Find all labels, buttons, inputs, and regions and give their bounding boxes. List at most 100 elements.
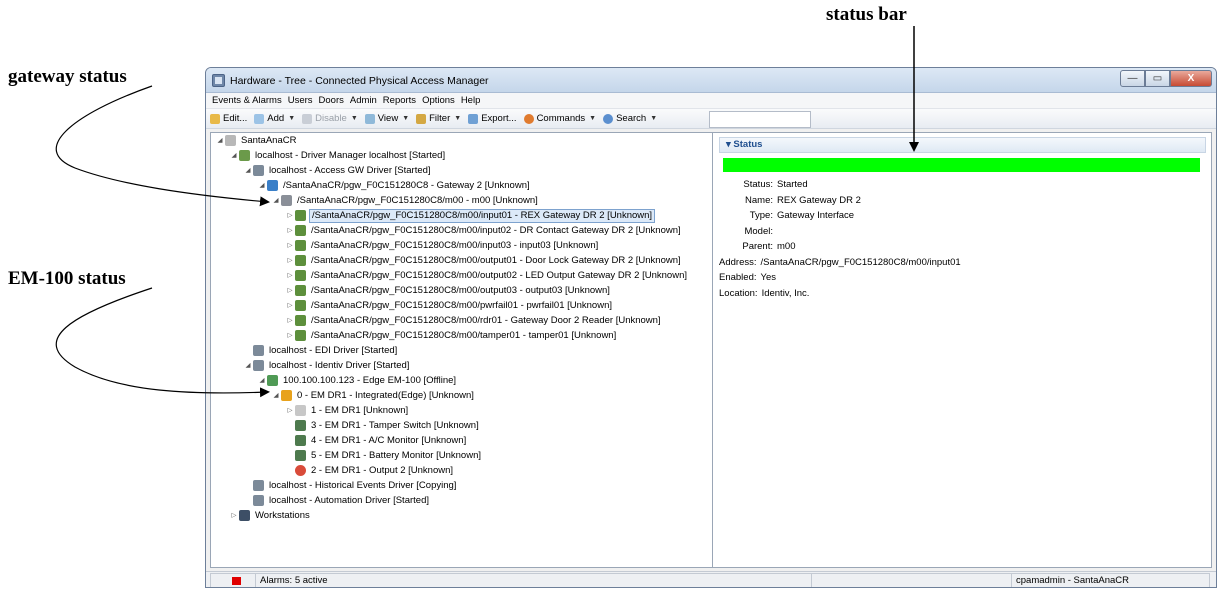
window-title: Hardware - Tree - Connected Physical Acc… bbox=[230, 75, 489, 87]
search-input[interactable] bbox=[709, 111, 811, 128]
expand-icon: ▷ bbox=[287, 287, 293, 294]
collapse-icon: ◢ bbox=[259, 182, 265, 189]
view-button[interactable]: View ▼ bbox=[364, 113, 410, 124]
collapse-icon: ◢ bbox=[273, 197, 279, 204]
module-icon bbox=[281, 195, 292, 206]
tree-node[interactable]: ◢ /SantaAnaCR/pgw_F0C151280C8/m00 - m00 … bbox=[271, 193, 540, 208]
tree-node[interactable]: ◢ 100.100.100.123 - Edge EM-100 [Offline… bbox=[257, 373, 458, 388]
gateway-status-callout: gateway status bbox=[8, 66, 127, 87]
hardware-tree[interactable]: ◢ SantaAnaCR ◢ localhost - Driver Manage… bbox=[210, 132, 713, 568]
expand-icon: ▷ bbox=[287, 332, 293, 339]
collapse-icon: ◢ bbox=[273, 392, 279, 399]
menu-admin[interactable]: Admin bbox=[350, 93, 377, 108]
menu-doors[interactable]: Doors bbox=[319, 93, 344, 108]
title-bar[interactable]: Hardware - Tree - Connected Physical Acc… bbox=[206, 68, 1216, 93]
tree-node[interactable]: ◢ /SantaAnaCR/pgw_F0C151280C8 - Gateway … bbox=[257, 178, 532, 193]
address-value: /SantaAnaCR/pgw_F0C151280C8/m00/input01 bbox=[760, 256, 961, 268]
filter-dropdown-icon: ▼ bbox=[454, 115, 462, 122]
expand-icon: ▷ bbox=[287, 407, 293, 414]
tree-node[interactable]: ▷ /SantaAnaCR/pgw_F0C151280C8/m00/input0… bbox=[285, 208, 656, 223]
commands-dropdown-icon: ▼ bbox=[589, 115, 597, 122]
minimize-button[interactable]: — bbox=[1120, 70, 1145, 87]
parent-label: Parent: bbox=[742, 241, 773, 252]
edit-label: Edit... bbox=[223, 113, 248, 124]
tree-node-label: 0 - EM DR1 - Integrated(Edge) [Unknown] bbox=[297, 390, 474, 401]
tree-node[interactable]: localhost - EDI Driver [Started] bbox=[243, 343, 399, 358]
status-section-header[interactable]: ▾ Status bbox=[719, 137, 1206, 153]
driver-icon bbox=[253, 165, 264, 176]
tree-node[interactable]: 4 - EM DR1 - A/C Monitor [Unknown] bbox=[285, 433, 468, 448]
tree-node[interactable]: ▷ Workstations bbox=[229, 508, 312, 523]
close-button[interactable]: X bbox=[1170, 70, 1212, 87]
tree-node-label: /SantaAnaCR/pgw_F0C151280C8/m00/input03 … bbox=[311, 240, 599, 251]
add-button[interactable]: Add ▼ bbox=[254, 113, 295, 124]
status-header-label: Status bbox=[733, 139, 763, 150]
tree-node[interactable]: ▷ /SantaAnaCR/pgw_F0C151280C8/m00/tamper… bbox=[285, 328, 618, 343]
tree-node[interactable]: localhost - Historical Events Driver [Co… bbox=[243, 478, 458, 493]
site-icon bbox=[225, 135, 236, 146]
disable-dropdown-icon: ▼ bbox=[350, 115, 358, 122]
tree-node[interactable]: ◢ localhost - Identiv Driver [Started] bbox=[243, 358, 411, 373]
tree-node[interactable]: ▷ /SantaAnaCR/pgw_F0C151280C8/m00/input0… bbox=[285, 238, 600, 253]
tree-node[interactable]: ▷ /SantaAnaCR/pgw_F0C151280C8/m00/rdr01 … bbox=[285, 313, 663, 328]
disable-button[interactable]: Disable ▼ bbox=[302, 113, 358, 124]
menu-help[interactable]: Help bbox=[461, 93, 481, 108]
driver-icon bbox=[253, 360, 264, 371]
pencil-icon bbox=[210, 113, 220, 124]
tree-node[interactable]: ▷ /SantaAnaCR/pgw_F0C151280C8/m00/input0… bbox=[285, 223, 683, 238]
properties-list: Status: Started Name: REX Gateway DR 2 Typ… bbox=[719, 177, 961, 301]
menu-users[interactable]: Users bbox=[288, 93, 313, 108]
menu-reports[interactable]: Reports bbox=[383, 93, 416, 108]
menu-events-alarms[interactable]: Events & Alarms bbox=[212, 93, 282, 108]
edit-button[interactable]: Edit... bbox=[210, 113, 247, 124]
commands-button[interactable]: Commands ▼ bbox=[523, 113, 597, 124]
tree-node[interactable]: ▷ /SantaAnaCR/pgw_F0C151280C8/m00/output… bbox=[285, 283, 612, 298]
filter-button[interactable]: Filter ▼ bbox=[416, 113, 461, 124]
tree-node[interactable]: ◢ localhost - Access GW Driver [Started] bbox=[243, 163, 433, 178]
menu-options[interactable]: Options bbox=[422, 93, 455, 108]
io-point-icon bbox=[295, 330, 306, 341]
io-point-icon bbox=[295, 240, 306, 251]
menu-bar: Events & Alarms Users Doors Admin Report… bbox=[206, 93, 1216, 109]
tree-node[interactable]: 5 - EM DR1 - Battery Monitor [Unknown] bbox=[285, 448, 483, 463]
window-status-bar: Alarms: 5 active cpamadmin - SantaAnaCR bbox=[206, 571, 1216, 587]
add-label: Add bbox=[267, 113, 285, 124]
tree-node[interactable]: ▷ /SantaAnaCR/pgw_F0C151280C8/m00/output… bbox=[285, 268, 689, 283]
tree-node[interactable]: ▷ 1 - EM DR1 [Unknown] bbox=[285, 403, 410, 418]
commands-icon bbox=[523, 113, 534, 124]
parent-value: m00 bbox=[777, 241, 796, 252]
tree-node[interactable]: ◢ SantaAnaCR bbox=[215, 133, 298, 148]
tree-node[interactable]: ▷ /SantaAnaCR/pgw_F0C151280C8/m00/pwrfai… bbox=[285, 298, 614, 313]
io-point-icon bbox=[295, 300, 306, 311]
tree-node-label: Workstations bbox=[255, 510, 310, 521]
tree-node[interactable]: localhost - Automation Driver [Started] bbox=[243, 493, 431, 508]
tree-node-label: 4 - EM DR1 - A/C Monitor [Unknown] bbox=[311, 435, 467, 446]
tree-node-label: /SantaAnaCR/pgw_F0C151280C8/m00/output03… bbox=[311, 285, 610, 296]
tree-node-label: 5 - EM DR1 - Battery Monitor [Unknown] bbox=[311, 450, 481, 461]
tree-node-label: 2 - EM DR1 - Output 2 [Unknown] bbox=[311, 465, 454, 476]
export-button[interactable]: Export... bbox=[468, 113, 517, 124]
io-point-icon bbox=[295, 225, 306, 236]
type-label: Type: bbox=[749, 210, 773, 221]
tree-node-label: localhost - Historical Events Driver [Co… bbox=[269, 480, 457, 491]
collapse-icon: ◢ bbox=[245, 167, 251, 174]
tree-node[interactable]: ◢ localhost - Driver Manager localhost [… bbox=[229, 148, 447, 163]
io-point-icon bbox=[295, 315, 306, 326]
expand-icon: ▷ bbox=[287, 257, 293, 264]
tree-node[interactable]: 3 - EM DR1 - Tamper Switch [Unknown] bbox=[285, 418, 481, 433]
status-cell-empty bbox=[812, 573, 1012, 587]
tree-node[interactable]: ◢ 0 - EM DR1 - Integrated(Edge) [Unknown… bbox=[271, 388, 476, 403]
output-icon bbox=[295, 465, 306, 476]
tree-node-label: /SantaAnaCR/pgw_F0C151280C8/m00/output02… bbox=[311, 270, 687, 281]
view-dropdown-icon: ▼ bbox=[402, 115, 410, 122]
io-point-icon bbox=[295, 270, 306, 281]
search-button[interactable]: Search ▼ bbox=[603, 113, 657, 124]
search-icon bbox=[603, 113, 614, 124]
filter-icon bbox=[416, 113, 427, 124]
tree-node[interactable]: 2 - EM DR1 - Output 2 [Unknown] bbox=[285, 463, 455, 478]
alarms-cell[interactable]: Alarms: 5 active bbox=[256, 573, 812, 587]
expand-icon: ▷ bbox=[287, 302, 293, 309]
tree-node-label: 3 - EM DR1 - Tamper Switch [Unknown] bbox=[311, 420, 479, 431]
maximize-button[interactable]: ▭ bbox=[1145, 70, 1170, 87]
tree-node[interactable]: ▷ /SantaAnaCR/pgw_F0C151280C8/m00/output… bbox=[285, 253, 683, 268]
